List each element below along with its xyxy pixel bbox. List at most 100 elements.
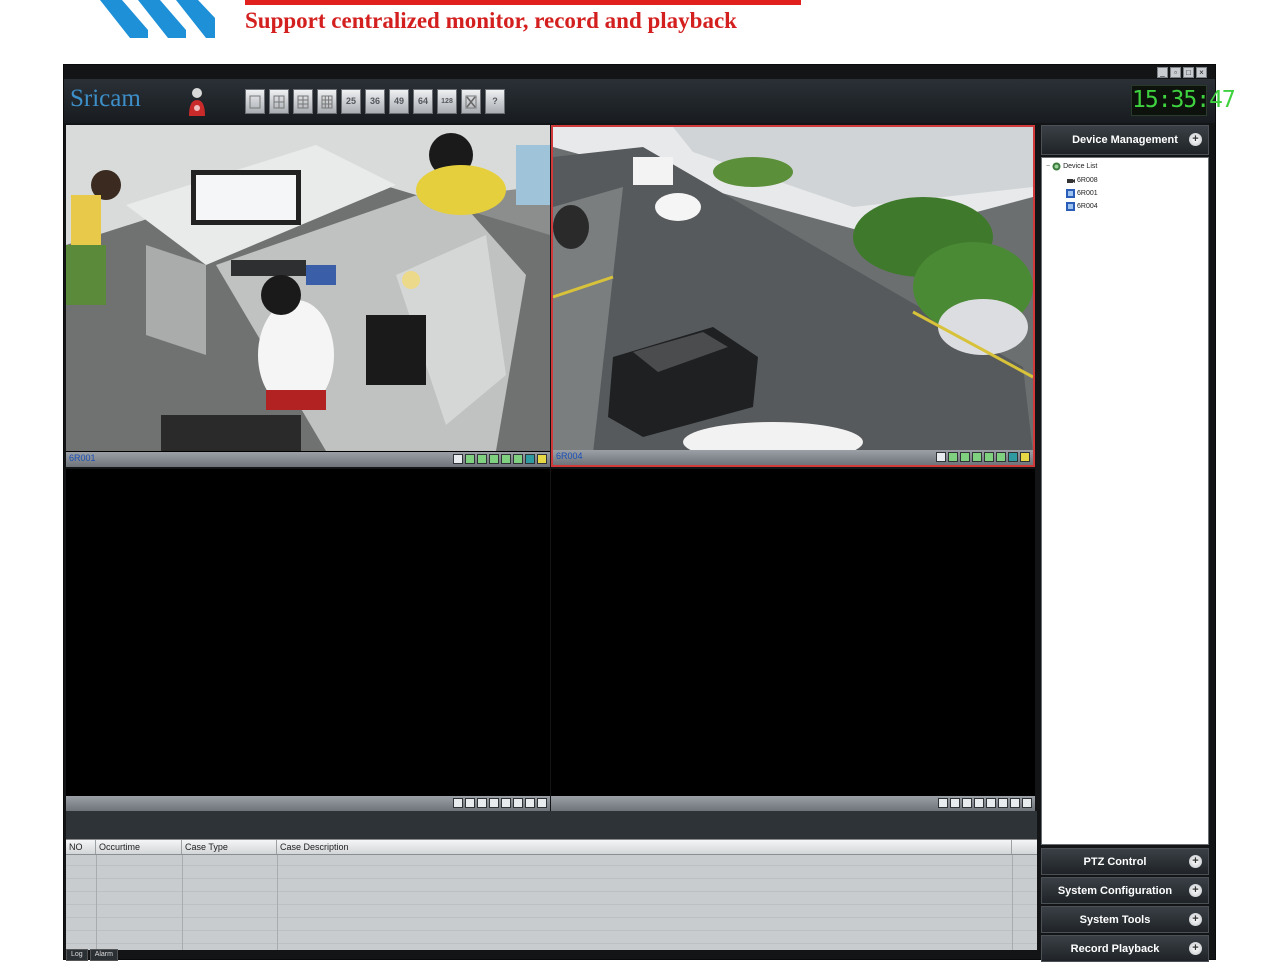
stream-icon[interactable] [525,798,535,808]
audio-icon[interactable] [477,454,487,464]
banner-headline: Support centralized monitor, record and … [245,8,737,33]
camera-feed-office [66,125,550,451]
video-pane-empty[interactable] [66,469,550,811]
video-pane[interactable]: 6R001 [66,125,550,467]
settings-icon[interactable] [513,454,523,464]
section-ptz-control[interactable]: PTZ Control + [1041,848,1209,875]
record-icon[interactable] [950,798,960,808]
log-body [66,855,1037,950]
tree-root-label: Device List [1063,163,1098,170]
stream-icon[interactable] [525,454,535,464]
tree-root[interactable]: − Device List [1046,162,1097,171]
audio-icon[interactable] [477,798,487,808]
pane-toolbar [938,798,1032,808]
tree-device-item[interactable]: 6R004 [1066,202,1098,211]
column-header[interactable]: Occurtime [96,840,182,854]
grid-4-icon[interactable] [269,89,289,114]
tree-device-item[interactable]: 6R001 [1066,189,1098,198]
right-side-panel: Device Management + − Device List 6R008 … [1041,125,1209,962]
audio-icon[interactable] [962,798,972,808]
section-system-configuration[interactable]: System Configuration + [1041,877,1209,904]
device-label: 6R001 [1077,190,1098,197]
record-icon[interactable] [465,454,475,464]
snapshot-icon[interactable] [453,798,463,808]
talk-icon[interactable] [974,798,984,808]
talk-icon[interactable] [972,452,982,462]
ptz-icon[interactable] [501,798,511,808]
column-header[interactable]: NO [66,840,96,854]
camera-label: 6R001 [69,453,96,463]
grid-9-icon[interactable] [317,89,337,114]
section-title: System Configuration [1057,885,1173,897]
tree-device-item[interactable]: 6R008 [1066,176,1098,185]
column-header-spacer [1012,840,1037,854]
record-icon[interactable] [948,452,958,462]
close-video-icon[interactable] [1022,798,1032,808]
device-label: 6R008 [1077,177,1098,184]
expand-icon[interactable]: + [1189,913,1202,926]
layout-25-button[interactable]: 25 [341,89,361,114]
ptz-icon[interactable] [986,798,996,808]
snapshot-icon[interactable] [936,452,946,462]
camera-feed-street [553,127,1033,453]
empty-feed [551,469,1035,795]
snapshot-icon[interactable] [938,798,948,808]
close-icon[interactable]: × [1196,67,1207,78]
audio-icon[interactable] [960,452,970,462]
close-video-icon[interactable] [537,454,547,464]
close-video-icon[interactable] [537,798,547,808]
event-log-table: NO Occurtime Case Type Case Description [66,839,1037,950]
layout-64-button[interactable]: 64 [413,89,433,114]
section-title: Record Playback [1070,943,1160,955]
snapshot-icon[interactable] [453,454,463,464]
record-icon[interactable] [465,798,475,808]
column-header[interactable]: Case Description [277,840,1012,854]
log-header-row: NO Occurtime Case Type Case Description [66,840,1037,855]
layout-128-button[interactable]: 128 [437,89,457,114]
device-management-header[interactable]: Device Management + [1041,125,1209,155]
section-record-playback[interactable]: Record Playback + [1041,935,1209,962]
ptz-icon[interactable] [984,452,994,462]
minimize-icon[interactable]: _ [1157,67,1168,78]
settings-icon[interactable] [998,798,1008,808]
grid-6-icon[interactable] [293,89,313,114]
section-system-tools[interactable]: System Tools + [1041,906,1209,933]
layout-49-button[interactable]: 49 [389,89,409,114]
talk-icon[interactable] [489,798,499,808]
bottom-tab-bar: Log Alarm [66,949,118,961]
section-title: PTZ Control [1083,856,1147,868]
stream-icon[interactable] [1008,452,1018,462]
column-header[interactable]: Case Type [182,840,277,854]
camera-icon [1066,189,1075,198]
expand-icon[interactable]: + [1189,884,1202,897]
help-icon[interactable]: ? [485,89,505,114]
video-pane-selected[interactable]: 6R004 [551,125,1035,467]
pane-status-bar [551,796,1035,811]
empty-feed [66,469,550,795]
single-view-icon[interactable] [245,89,265,114]
expand-icon[interactable]: + [1189,133,1202,146]
tab-log[interactable]: Log [66,949,88,961]
device-list-icon [1052,162,1061,171]
user-icon[interactable] [187,86,207,118]
settings-icon[interactable] [996,452,1006,462]
layout-button-group: 25 36 49 64 128 ? [245,89,505,114]
log-toolbar [66,811,1037,839]
pane-toolbar [453,454,547,464]
maximize-icon[interactable]: □ [1183,67,1194,78]
section-title: System Tools [1079,914,1151,926]
stream-icon[interactable] [1010,798,1020,808]
close-video-icon[interactable] [1020,452,1030,462]
restore-icon[interactable]: ▫ [1170,67,1181,78]
talk-icon[interactable] [489,454,499,464]
video-pane-empty[interactable] [551,469,1035,811]
expand-icon[interactable]: + [1189,942,1202,955]
pane-status-bar [66,796,550,811]
tab-alarm[interactable]: Alarm [89,949,118,961]
settings-icon[interactable] [513,798,523,808]
layout-36-button[interactable]: 36 [365,89,385,114]
ptz-icon[interactable] [501,454,511,464]
pane-status-bar: 6R004 [553,450,1033,465]
expand-icon[interactable]: + [1189,855,1202,868]
fullscreen-icon[interactable] [461,89,481,114]
